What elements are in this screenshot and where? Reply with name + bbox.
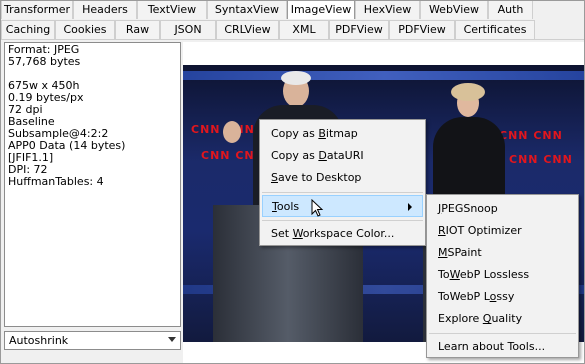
- tab-label: PDFView: [335, 23, 383, 36]
- tab-textview[interactable]: TextView: [137, 0, 207, 19]
- tab-auth[interactable]: Auth: [488, 0, 533, 19]
- accelerator-key: W: [292, 227, 303, 240]
- image-context-menu: Copy as Bitmap Copy as DataURI Save to D…: [259, 119, 426, 246]
- info-huffman: HuffmanTables: 4: [8, 175, 104, 188]
- tab-label: Cookies: [63, 23, 107, 36]
- tab-webview[interactable]: WebView: [420, 0, 488, 19]
- tab-label: TextView: [147, 3, 197, 16]
- zoom-mode-select[interactable]: Autoshrink: [4, 331, 181, 350]
- menu-item-label: ave to Desktop: [277, 171, 362, 184]
- accelerator-key: B: [318, 127, 326, 140]
- cnn-logo: CNN: [533, 129, 563, 142]
- menu-item-label: ToWebP L: [438, 290, 490, 303]
- menu-item-label: SPaint: [447, 246, 482, 259]
- menu-separator: [262, 192, 423, 193]
- tab-label: WebView: [428, 3, 480, 16]
- tab-crlview[interactable]: CRLView: [216, 20, 279, 39]
- tab-raw[interactable]: Raw: [115, 20, 160, 39]
- tab-divider: [0, 39, 585, 40]
- tab-xml[interactable]: XML: [279, 20, 329, 39]
- tab-syntaxview[interactable]: SyntaxView: [207, 0, 287, 19]
- tab-imageview[interactable]: ImageView: [287, 0, 355, 19]
- tab-pdfview[interactable]: PDFView: [329, 20, 389, 39]
- menu-item-towebp-lossless[interactable]: ToWebP Lossless: [429, 264, 576, 286]
- menu-item-label: IOT Optimizer: [445, 224, 522, 237]
- menu-item-tools[interactable]: Tools: [262, 195, 423, 217]
- tab-json[interactable]: JSON: [160, 20, 216, 39]
- menu-item-towebp-lossy[interactable]: ToWebP Lossy: [429, 286, 576, 308]
- menu-separator: [262, 220, 423, 221]
- cnn-logo-row: CNN CNN: [509, 153, 585, 167]
- menu-item-workspace-color[interactable]: Set Workspace Color...: [262, 223, 423, 245]
- tab-label: JSON: [174, 23, 202, 36]
- menu-item-label: Learn about Tools...: [438, 340, 546, 353]
- fiddler-inspector-window: Transformer Headers TextView SyntaxView …: [0, 0, 585, 364]
- menu-item-label: Explore: [438, 312, 483, 325]
- accelerator-key: M: [438, 246, 448, 259]
- tab-transformer[interactable]: Transformer: [1, 0, 73, 19]
- tab-cookies[interactable]: Cookies: [55, 20, 115, 39]
- zoom-mode-value: Autoshrink: [9, 334, 69, 347]
- menu-item-label: Set: [271, 227, 293, 240]
- menu-item-save-desktop[interactable]: Save to Desktop: [262, 167, 423, 189]
- accelerator-key: S: [271, 171, 278, 184]
- tab-label: Transformer: [3, 3, 70, 16]
- menu-item-riot-optimizer[interactable]: RIOT Optimizer: [429, 220, 576, 242]
- speaker-right-hair: [451, 83, 485, 101]
- accelerator-key: R: [438, 224, 446, 237]
- cnn-logo: CNN: [543, 153, 573, 166]
- speaker-left-hair: [281, 71, 311, 85]
- tab-label: PDFView: [398, 23, 446, 36]
- menu-item-label: Copy as: [271, 127, 319, 140]
- mouse-pointer-icon: [311, 199, 324, 217]
- menu-item-mspaint[interactable]: MSPaint: [429, 242, 576, 264]
- menu-separator: [429, 333, 576, 334]
- stage-light-stripe: [183, 71, 585, 80]
- menu-item-label: ools: [276, 200, 300, 213]
- cnn-logo: CNN: [201, 149, 231, 162]
- tab-label: SyntaxView: [214, 3, 280, 16]
- cnn-logo-row: CNN CNN: [499, 129, 585, 143]
- tools-submenu: JPEGSnoop RIOT Optimizer MSPaint ToWebP …: [426, 194, 579, 358]
- menu-item-label: ssy: [496, 290, 515, 303]
- menu-item-label: ebP Lossless: [459, 268, 530, 281]
- accelerator-key: W: [449, 268, 460, 281]
- cnn-logo: CNN: [509, 153, 539, 166]
- tab-pdfview-2[interactable]: PDFView: [389, 20, 455, 39]
- cnn-logo: CNN: [191, 123, 221, 136]
- tab-label: Auth: [497, 3, 524, 16]
- info-size: 57,768 bytes: [8, 55, 81, 68]
- accelerator-key: D: [318, 149, 327, 162]
- speaker-left-hand: [223, 121, 241, 143]
- chevron-down-icon: [168, 337, 176, 342]
- tab-label: Certificates: [463, 23, 527, 36]
- menu-item-label: orkspace Color...: [302, 227, 395, 240]
- tab-label: Caching: [5, 23, 51, 36]
- tab-label: XML: [292, 23, 316, 36]
- menu-item-label: Copy as: [271, 149, 319, 162]
- menu-item-jpegsnoop[interactable]: JPEGSnoop: [429, 198, 576, 220]
- tab-headers[interactable]: Headers: [73, 0, 137, 19]
- tab-label: ImageView: [290, 3, 352, 16]
- menu-item-label: ataURI: [326, 149, 364, 162]
- menu-item-label: uality: [491, 312, 523, 325]
- tab-certificates[interactable]: Certificates: [455, 20, 535, 39]
- tab-label: Headers: [82, 3, 128, 16]
- tab-label: HexView: [363, 3, 412, 16]
- menu-item-explore-quality[interactable]: Explore Quality: [429, 308, 576, 330]
- menu-item-label: To: [438, 268, 450, 281]
- tab-label: Raw: [125, 23, 150, 36]
- menu-item-learn-about-tools[interactable]: Learn about Tools...: [429, 336, 576, 358]
- menu-item-copy-bitmap[interactable]: Copy as Bitmap: [262, 123, 423, 145]
- menu-item-label: PEGSnoop: [441, 202, 498, 215]
- menu-item-copy-datauri[interactable]: Copy as DataURI: [262, 145, 423, 167]
- menu-item-label: itmap: [325, 127, 358, 140]
- image-info-panel[interactable]: Format: JPEG 57,768 bytes 675w x 450h 0.…: [4, 42, 181, 327]
- tab-label: CRLView: [224, 23, 271, 36]
- tab-caching[interactable]: Caching: [1, 20, 55, 39]
- tab-hexview[interactable]: HexView: [355, 0, 420, 19]
- submenu-arrow-icon: [408, 203, 412, 211]
